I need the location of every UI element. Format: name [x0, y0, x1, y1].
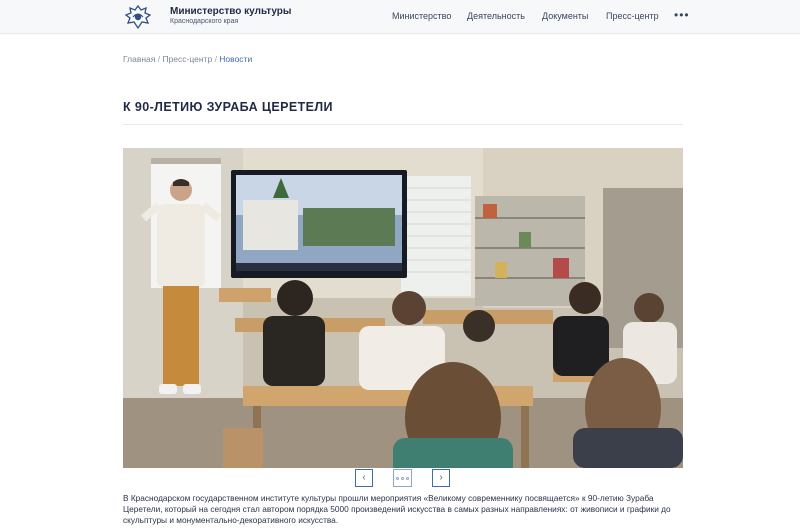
carousel-next-button[interactable]: ›: [432, 469, 450, 487]
article-photo: [123, 148, 683, 468]
article-paragraph: В Краснодарском государственном институт…: [123, 493, 671, 525]
carousel-gallery-button[interactable]: [393, 469, 412, 487]
dot-icon: [406, 477, 409, 480]
breadcrumb-press-center[interactable]: Пресс-центр: [162, 54, 212, 64]
nav-item-ministry[interactable]: Министерство: [392, 11, 451, 21]
breadcrumb: Главная / Пресс-центр / Новости: [123, 54, 252, 64]
nav-item-press-center[interactable]: Пресс-центр: [606, 11, 659, 21]
nav-item-documents[interactable]: Документы: [542, 11, 588, 21]
nav-item-activity[interactable]: Деятельность: [467, 11, 525, 21]
dot-icon: [401, 477, 404, 480]
dot-icon: [396, 477, 399, 480]
breadcrumb-news: Новости: [219, 54, 253, 64]
classroom-photo-illustration: [123, 148, 683, 468]
chevron-right-icon: ›: [439, 472, 443, 483]
coat-of-arms-icon[interactable]: [124, 4, 152, 30]
page-title: К 90-ЛЕТИЮ ЗУРАБА ЦЕРЕТЕЛИ: [123, 100, 333, 114]
carousel-prev-button[interactable]: ‹: [355, 469, 373, 487]
more-menu-icon[interactable]: •••: [674, 8, 690, 22]
title-divider: [123, 124, 683, 125]
brand-title[interactable]: Министерство культуры: [170, 6, 291, 17]
chevron-left-icon: ‹: [362, 472, 366, 483]
site-header: Министерство культуры Краснодарского кра…: [0, 0, 800, 34]
brand-subtitle: Краснодарского края: [170, 18, 239, 25]
breadcrumb-home[interactable]: Главная: [123, 54, 155, 64]
